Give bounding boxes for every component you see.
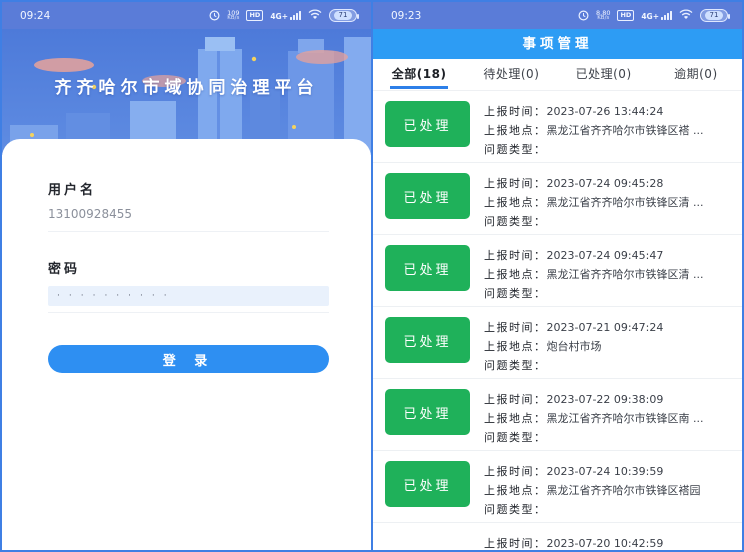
problem-type-label: 问题类型： [484, 503, 547, 516]
status-badge: 已处理 [385, 245, 470, 291]
app-title: 齐齐哈尔市域协同治理平台 [2, 29, 371, 98]
wifi-icon [679, 9, 693, 23]
report-location-value: 黑龙江省齐齐哈尔市铁锋区南 ... [547, 412, 704, 425]
username-label: 用户名 [48, 179, 329, 198]
report-time-label: 上报时间： [484, 249, 547, 262]
item-management-screen: 09:23 8.80 KB/s HD 4G+ 71 [373, 2, 742, 550]
report-location-label: 上报地点： [484, 268, 547, 281]
report-time-value: 2023-07-22 09:38:09 [547, 393, 664, 406]
hd-icon: HD [246, 10, 263, 21]
list-item[interactable]: 已处理 上报时间：2023-07-26 13:44:24 上报地点：黑龙江省齐齐… [373, 91, 742, 163]
status-badge: 已处理 [385, 173, 470, 219]
report-time-label: 上报时间： [484, 537, 547, 550]
list-item[interactable]: 已处理 上报时间：2023-07-22 09:38:09 上报地点：黑龙江省齐齐… [373, 379, 742, 451]
login-hero-banner: 齐齐哈尔市域协同治理平台 [2, 29, 371, 155]
problem-type-label: 问题类型： [484, 215, 547, 228]
report-location-value: 黑龙江省齐齐哈尔市铁锋区褡园 [547, 484, 701, 497]
tab-bar: 全部(18) 待处理(0) 已处理(0) 逾期(0) [373, 59, 742, 91]
status-badge: 已处理 [385, 317, 470, 363]
password-label: 密码 [48, 258, 329, 277]
status-badge: 已处理 [385, 461, 470, 507]
report-time-label: 上报时间： [484, 105, 547, 118]
report-time-value: 2023-07-21 09:47:24 [547, 321, 664, 334]
problem-type-label: 问题类型： [484, 431, 547, 444]
battery-icon: 71 [329, 9, 357, 22]
report-location-label: 上报地点： [484, 124, 547, 137]
tab-all[interactable]: 全部(18) [373, 59, 465, 90]
tab-overdue[interactable]: 逾期(0) [650, 59, 742, 90]
status-badge-placeholder [385, 533, 470, 550]
login-screen: 09:24 109 KB/s HD 4G+ 71 [2, 2, 371, 550]
report-location-label: 上报地点： [484, 340, 547, 353]
report-location-label: 上报地点： [484, 484, 547, 497]
problem-type-label: 问题类型： [484, 143, 547, 156]
report-location-value: 炮台村市场 [547, 340, 602, 353]
tab-processed[interactable]: 已处理(0) [558, 59, 650, 90]
report-time-value: 2023-07-24 09:45:28 [547, 177, 664, 190]
screenshot-frame: 09:24 109 KB/s HD 4G+ 71 [0, 0, 744, 552]
password-field[interactable]: ·········· [48, 286, 329, 306]
problem-type-label: 问题类型： [484, 287, 547, 300]
report-time-value: 2023-07-24 09:45:47 [547, 249, 664, 262]
report-time-value: 2023-07-26 13:44:24 [547, 105, 664, 118]
password-underline [48, 306, 329, 313]
network-speed-indicator: 8.80 KB/s [596, 10, 610, 22]
report-time-label: 上报时间： [484, 465, 547, 478]
report-time-value: 2023-07-24 10:39:59 [547, 465, 664, 478]
status-badge: 已处理 [385, 389, 470, 435]
report-location-label: 上报地点： [484, 196, 547, 209]
list-item[interactable]: 上报时间：2023-07-20 10:42:59 上报地点：菜鸟驿站(齐齐哈尔铁… [373, 523, 742, 550]
tab-pending[interactable]: 待处理(0) [465, 59, 557, 90]
report-time-label: 上报时间： [484, 177, 547, 190]
battery-icon: 71 [700, 9, 728, 22]
hd-icon: HD [617, 10, 634, 21]
report-location-value: 黑龙江省齐齐哈尔市铁锋区褡 ... [547, 124, 704, 137]
list-item[interactable]: 已处理 上报时间：2023-07-24 09:45:28 上报地点：黑龙江省齐齐… [373, 163, 742, 235]
login-card: 用户名 13100928455 密码 ·········· 登 录 [2, 139, 371, 550]
username-field[interactable]: 13100928455 [48, 207, 329, 232]
status-bar-right: 09:23 8.80 KB/s HD 4G+ 71 [373, 2, 742, 29]
clock-time: 09:23 [391, 10, 421, 22]
alarm-clock-icon [578, 10, 589, 21]
network-speed-indicator: 109 KB/s [227, 10, 239, 22]
list-item[interactable]: 已处理 上报时间：2023-07-24 09:45:47 上报地点：黑龙江省齐齐… [373, 235, 742, 307]
signal-4g-icon: 4G+ [270, 11, 301, 20]
report-location-value: 黑龙江省齐齐哈尔市铁锋区清 ... [547, 196, 704, 209]
alarm-clock-icon [209, 10, 220, 21]
report-location-value: 黑龙江省齐齐哈尔市铁锋区清 ... [547, 268, 704, 281]
clock-time: 09:24 [20, 10, 50, 22]
report-location-label: 上报地点： [484, 412, 547, 425]
signal-4g-icon: 4G+ [641, 11, 672, 20]
report-time-value: 2023-07-20 10:42:59 [547, 537, 664, 550]
report-time-label: 上报时间： [484, 393, 547, 406]
login-button[interactable]: 登 录 [48, 345, 329, 373]
page-title: 事项管理 [373, 29, 742, 59]
list-item[interactable]: 已处理 上报时间：2023-07-24 10:39:59 上报地点：黑龙江省齐齐… [373, 451, 742, 523]
status-bar-left: 09:24 109 KB/s HD 4G+ 71 [2, 2, 371, 29]
report-time-label: 上报时间： [484, 321, 547, 334]
item-list: 已处理 上报时间：2023-07-26 13:44:24 上报地点：黑龙江省齐齐… [373, 91, 742, 550]
list-item[interactable]: 已处理 上报时间：2023-07-21 09:47:24 上报地点：炮台村市场 … [373, 307, 742, 379]
status-badge: 已处理 [385, 101, 470, 147]
problem-type-label: 问题类型： [484, 359, 547, 372]
wifi-icon [308, 9, 322, 23]
